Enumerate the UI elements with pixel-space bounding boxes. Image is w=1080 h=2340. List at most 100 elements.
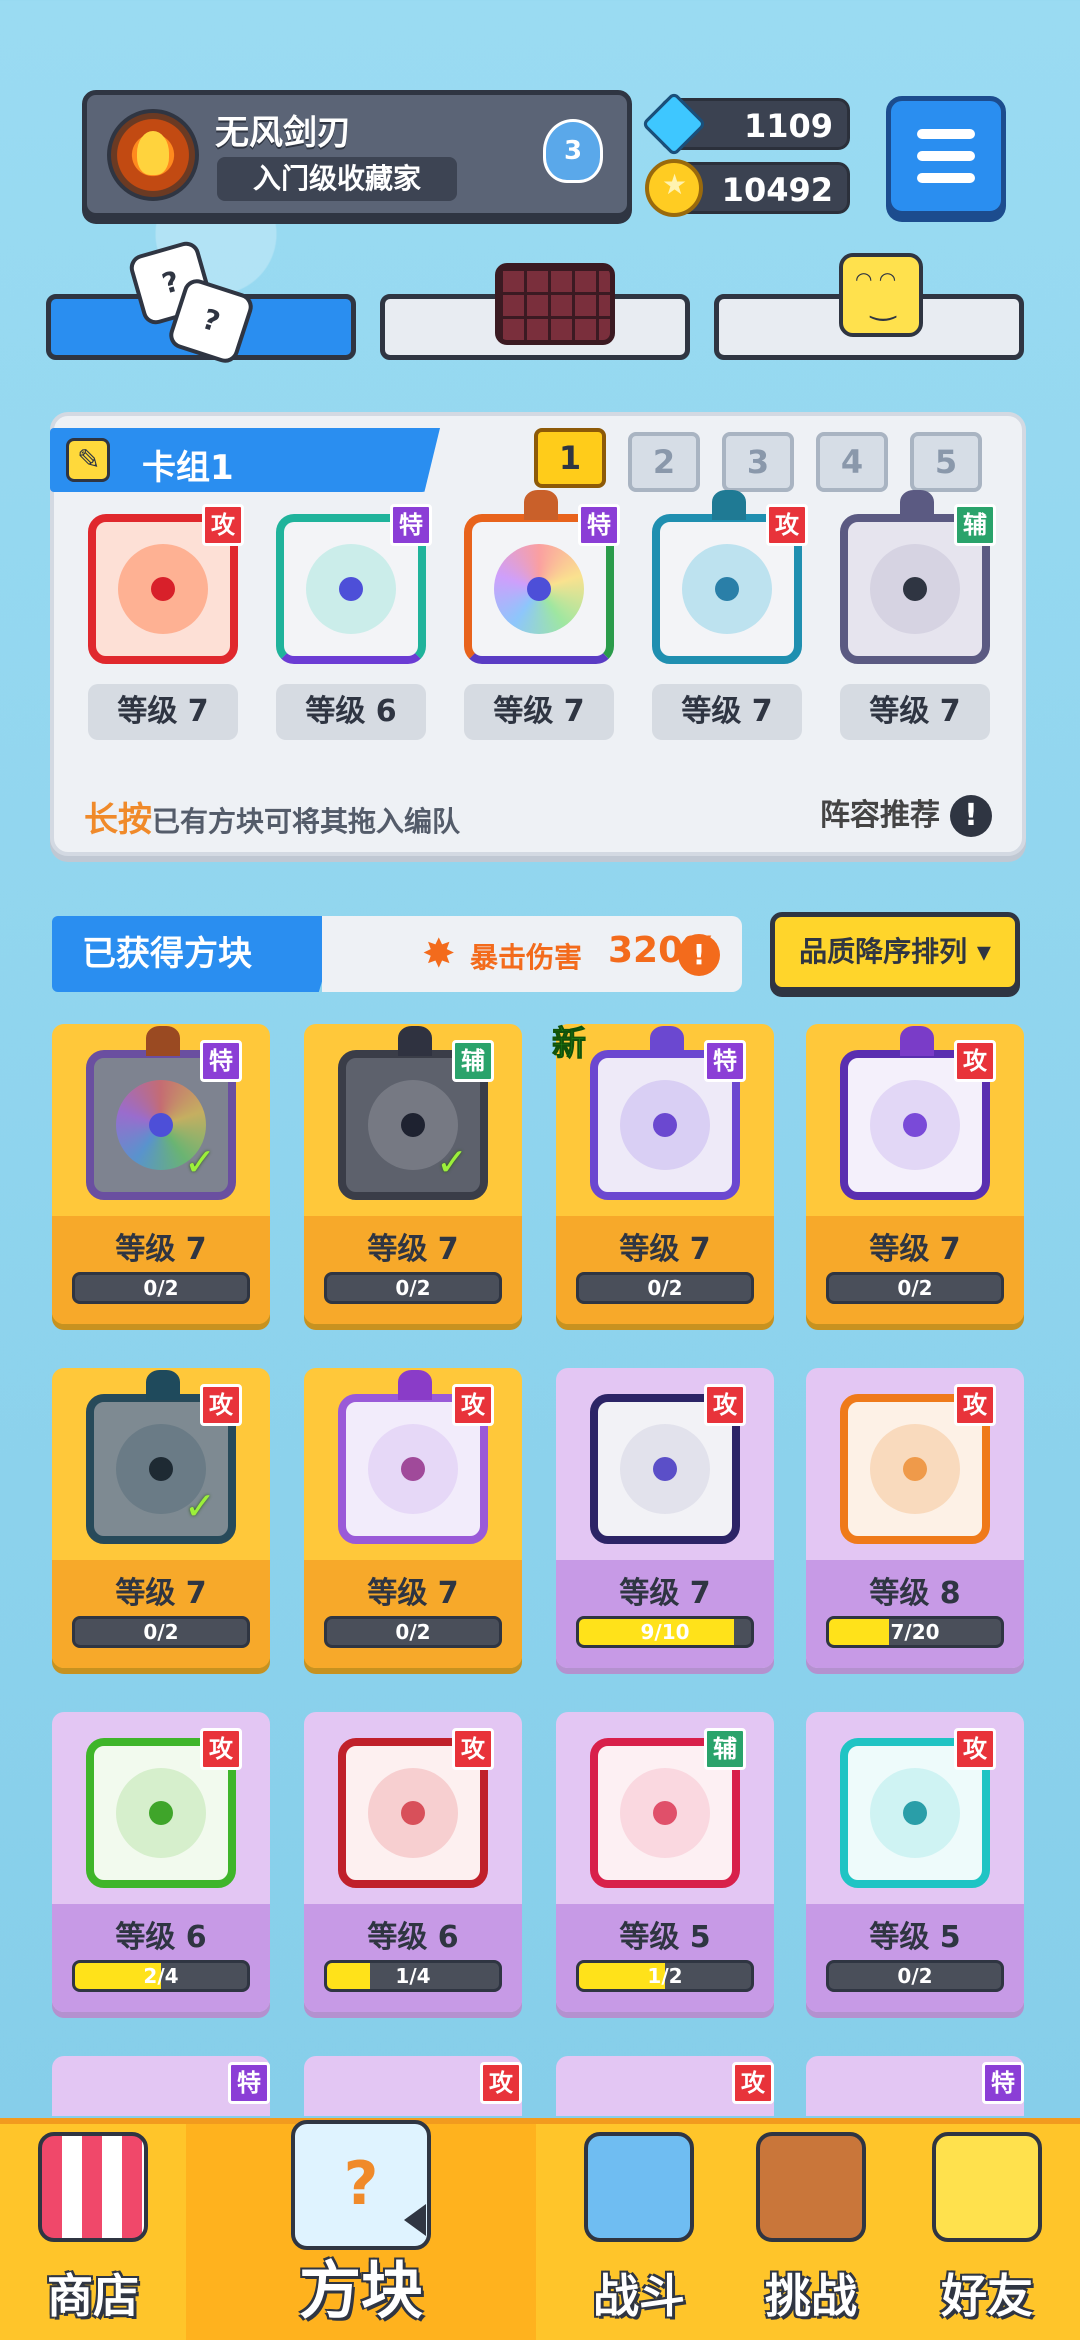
sort-dropdown[interactable]: 品质降序排列 ▾: [770, 912, 1020, 992]
card-footer: 等级 7 0/2: [556, 1216, 774, 1324]
attack-badge: 攻: [954, 1728, 996, 1770]
deck-card[interactable]: 辅 等级 7: [840, 490, 996, 740]
deck-card[interactable]: 攻 等级 7: [88, 504, 244, 740]
card-footer: 等级 6 2/4: [52, 1904, 270, 2012]
block-pip: [149, 1457, 173, 1481]
upgrade-progress-bar: 0/2: [576, 1272, 754, 1304]
deck-panel: 卡组1 1 2 3 4 5 攻 等级 7 特 等级 6 特 等级 7 攻 等级: [50, 412, 1026, 856]
upgrade-progress-bar: 0/2: [826, 1272, 1004, 1304]
pencil-icon[interactable]: [66, 438, 110, 482]
nav-friends[interactable]: 好友: [894, 2124, 1080, 2340]
tab-board[interactable]: [380, 263, 690, 360]
tab-emote[interactable]: [714, 253, 1024, 360]
coin-icon: [645, 159, 703, 217]
info-icon[interactable]: !: [678, 934, 720, 976]
dice-icon: ? ?: [126, 238, 257, 367]
castle-sign-icon: [756, 2132, 866, 2242]
upgrade-progress-bar: 0/2: [826, 1960, 1004, 1992]
deck-card[interactable]: 特 等级 6: [276, 504, 432, 740]
upgrade-progress-bar: 2/4: [72, 1960, 250, 1992]
dragon-horns-icon: [650, 1026, 684, 1056]
deck-tab-4[interactable]: 4: [816, 432, 888, 492]
nav-shop[interactable]: 商店: [0, 2124, 186, 2340]
block-card[interactable]: 攻等级 6 2/4: [52, 1712, 270, 2012]
card-level: 等级 8: [869, 1576, 961, 1611]
deck-tab-2[interactable]: 2: [628, 432, 700, 492]
block-card[interactable]: 特等级 7 0/2: [556, 1024, 774, 1324]
block-pip: [903, 1457, 927, 1481]
block-pip: [401, 1457, 425, 1481]
upgrade-progress-bar: 1/4: [324, 1960, 502, 1992]
deck-tab-5[interactable]: 5: [910, 432, 982, 492]
gem-amount: 1109: [743, 107, 833, 145]
nav-blocks[interactable]: ? 方块: [186, 2120, 690, 2340]
menu-button[interactable]: [886, 96, 1006, 216]
block-card[interactable]: 攻等级 8 7/20: [806, 1368, 1024, 1668]
card-footer: 等级 7 0/2: [52, 1216, 270, 1324]
target-block-icon: 攻: [840, 1384, 996, 1544]
block-card[interactable]: ✓ 攻等级 7 0/2: [52, 1368, 270, 1668]
upgrade-progress-bar: 0/2: [324, 1616, 502, 1648]
card-level: 等级 7: [367, 1232, 459, 1267]
card-level: 等级 7: [115, 1576, 207, 1611]
nav-challenge[interactable]: 挑战: [718, 2124, 904, 2340]
lineup-recommend-button[interactable]: 阵容推荐!: [820, 790, 992, 837]
support-badge: 辅: [954, 504, 996, 546]
moon-block-icon: 攻: [590, 1384, 746, 1544]
card-level: 等级 6: [115, 1920, 207, 1955]
deck-card[interactable]: 攻 等级 7: [652, 490, 808, 740]
coin-amount: 10492: [721, 171, 833, 209]
deck-tab-3[interactable]: 3: [722, 432, 794, 492]
progress-text: 0/2: [395, 1620, 431, 1644]
card-footer: 等级 7 0/2: [806, 1216, 1024, 1324]
attack-badge: 攻: [200, 1384, 242, 1426]
deck-title: 卡组1: [142, 448, 234, 488]
tab-dice[interactable]: ? ?: [46, 238, 356, 367]
card-level: 等级 5: [619, 1920, 711, 1955]
card-footer: 等级 7 0/2: [52, 1560, 270, 1668]
block-card[interactable]: 攻等级 7 9/10: [556, 1368, 774, 1668]
cross-block-icon: 辅: [590, 1728, 746, 1888]
vortex-block-icon: 攻: [652, 490, 808, 664]
block-card[interactable]: 攻等级 5 0/2: [806, 1712, 1024, 2012]
block-card-partial[interactable]: 特: [52, 2056, 270, 2116]
deck-card[interactable]: 特 等级 7: [464, 490, 620, 740]
block-pip: [653, 1801, 677, 1825]
deck-tab-1[interactable]: 1: [534, 428, 606, 488]
progress-text: 0/2: [647, 1276, 683, 1300]
block-card-partial[interactable]: 攻: [304, 2056, 522, 2116]
block-card[interactable]: 攻等级 7 0/2: [304, 1368, 522, 1668]
player-profile[interactable]: 无风剑刃 入门级收藏家 3: [82, 90, 632, 218]
atom-block-icon: 攻: [840, 1026, 996, 1200]
board-grid-icon: [483, 259, 615, 349]
card-level: 等级 5: [869, 1920, 961, 1955]
block-card[interactable]: 攻等级 6 1/4: [304, 1712, 522, 2012]
arrow-left-icon[interactable]: [404, 2204, 426, 2236]
equipped-check-icon: ✓: [184, 1484, 216, 1528]
coin-counter[interactable]: 10492: [645, 159, 850, 217]
gem-counter[interactable]: 1109: [641, 91, 850, 157]
nav-battle[interactable]: 战斗: [546, 2124, 732, 2340]
rank-medal-icon: 3: [543, 119, 603, 183]
crit-damage-panel[interactable]: ✸ 暴击伤害 320% !: [322, 916, 742, 992]
block-pip: [903, 1801, 927, 1825]
card-footer: 等级 5 1/2: [556, 1904, 774, 2012]
dragon-horns-icon: [146, 1370, 180, 1400]
block-pip: [903, 1113, 927, 1137]
card-level: 等级 6: [367, 1920, 459, 1955]
menu-line: [917, 151, 975, 161]
star-block-icon: 攻: [338, 1370, 494, 1544]
card-footer: 等级 7 0/2: [304, 1216, 522, 1324]
special-badge: 特: [704, 1040, 746, 1082]
block-card-partial[interactable]: 攻: [556, 2056, 774, 2116]
block-card[interactable]: ✓ 辅等级 7 0/2: [304, 1024, 522, 1324]
block-card[interactable]: ✓ 特等级 7 0/2: [52, 1024, 270, 1324]
block-card[interactable]: 辅等级 5 1/2: [556, 1712, 774, 2012]
card-level: 等级 7: [464, 684, 614, 740]
block-card[interactable]: 攻等级 7 0/2: [806, 1024, 1024, 1324]
progress-text: 1/4: [395, 1964, 431, 1988]
deck-title-bar[interactable]: 卡组1: [50, 428, 440, 492]
block-card-partial[interactable]: 特: [806, 2056, 1024, 2116]
shop-stall-icon: [38, 2132, 148, 2242]
special-badge: 特: [228, 2062, 270, 2104]
